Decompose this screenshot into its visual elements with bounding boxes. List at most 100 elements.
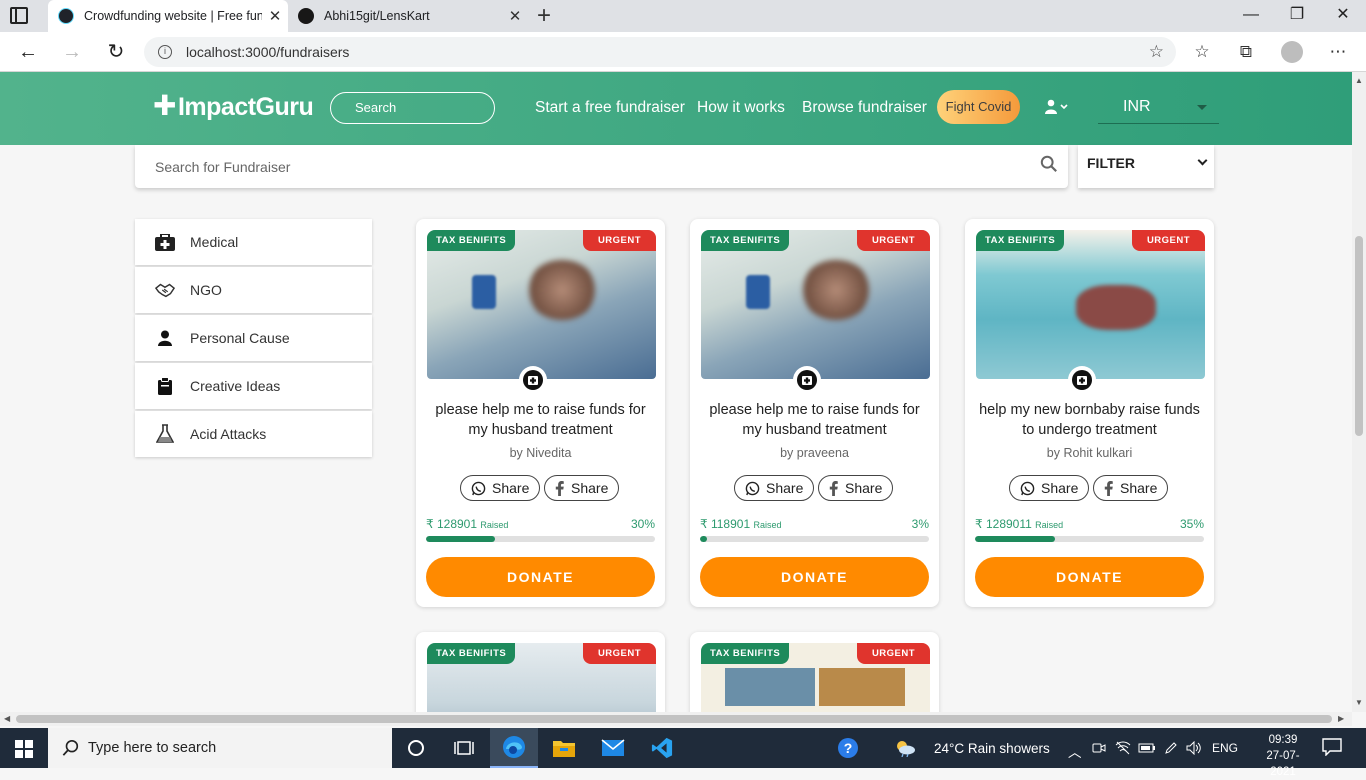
fundraiser-card[interactable]: TAX BENIFITS URGENT xyxy=(416,632,665,722)
fundraiser-author: by Rohit kulkari xyxy=(1046,446,1133,460)
scroll-right-icon[interactable]: ▶ xyxy=(1338,714,1344,723)
donate-button[interactable]: DONATE xyxy=(426,557,655,597)
nav-browse-fundraiser[interactable]: Browse fundraiser xyxy=(802,99,927,117)
fundraiser-search-input[interactable]: Search for Fundraiser xyxy=(135,145,1068,188)
fundraiser-title[interactable]: please help me to raise funds for my hus… xyxy=(700,400,929,440)
notifications-icon[interactable] xyxy=(1322,738,1342,756)
whatsapp-share-button[interactable]: Share xyxy=(1009,475,1090,501)
chevron-down-icon xyxy=(1197,155,1208,166)
reload-icon[interactable]: ↻ xyxy=(102,38,130,66)
windows-start-icon[interactable] xyxy=(15,740,33,758)
fundraiser-card[interactable]: TAX BENIFITS URGENT please help me to ra… xyxy=(416,219,665,607)
currency-select[interactable]: INR xyxy=(1098,92,1219,124)
meet-now-icon[interactable] xyxy=(1088,728,1110,768)
collections-icon[interactable]: ⧉ xyxy=(1233,40,1259,64)
mail-icon[interactable] xyxy=(589,728,637,768)
filter-select[interactable]: FILTER xyxy=(1078,145,1214,188)
fundraiser-title[interactable]: please help me to raise funds for my hus… xyxy=(426,400,655,440)
scroll-down-icon[interactable]: ▼ xyxy=(1355,698,1363,707)
system-clock[interactable]: 09:39 27-07-2021 xyxy=(1256,732,1310,780)
task-view-icon[interactable] xyxy=(440,728,488,768)
horizontal-scrollbar[interactable]: ◀ ▶ xyxy=(0,712,1352,726)
tab-actions-icon[interactable] xyxy=(10,7,28,24)
category-creative-ideas[interactable]: Creative Ideas xyxy=(135,363,372,409)
edge-browser-icon[interactable] xyxy=(490,728,538,768)
medical-kit-icon xyxy=(1068,366,1096,394)
progress-fill xyxy=(426,536,495,542)
nav-how-it-works[interactable]: How it works xyxy=(697,99,785,117)
fundraiser-author: by praveena xyxy=(780,446,849,460)
new-tab-icon[interactable]: + xyxy=(532,2,556,30)
help-icon[interactable]: ? xyxy=(824,728,872,768)
url-field[interactable]: i localhost:3000/fundraisers ☆ xyxy=(144,37,1176,67)
weather-text[interactable]: 24°C Rain showers xyxy=(934,741,1050,756)
category-medical[interactable]: Medical xyxy=(135,219,372,265)
tax-benefits-badge: TAX BENIFITS xyxy=(976,230,1065,251)
facebook-share-button[interactable]: Share xyxy=(818,475,894,501)
raised-amount: ₹ 1289011 Raised xyxy=(975,517,1064,531)
fundraiser-image[interactable] xyxy=(427,230,656,379)
vscode-icon[interactable] xyxy=(638,728,686,768)
donate-button[interactable]: DONATE xyxy=(975,557,1204,597)
cortana-icon[interactable] xyxy=(392,728,440,768)
medical-kit-icon xyxy=(793,366,821,394)
forward-icon[interactable]: → xyxy=(58,38,86,66)
scroll-up-icon[interactable]: ▲ xyxy=(1355,76,1363,85)
impactguru-logo[interactable]: ✚ImpactGuru xyxy=(153,89,314,122)
facebook-share-button[interactable]: Share xyxy=(544,475,620,501)
network-icon[interactable] xyxy=(1112,728,1134,768)
scrollbar-thumb[interactable] xyxy=(1355,236,1363,436)
facebook-share-button[interactable]: Share xyxy=(1093,475,1169,501)
category-ngo[interactable]: NGO xyxy=(135,267,372,313)
add-favorite-icon[interactable]: ☆ xyxy=(1149,42,1164,62)
volume-icon[interactable] xyxy=(1183,728,1205,768)
vertical-scrollbar[interactable]: ▲ ▼ xyxy=(1352,72,1366,712)
close-tab-icon[interactable]: ✕ xyxy=(262,7,288,25)
react-favicon-icon xyxy=(58,8,74,24)
medical-kit-icon xyxy=(519,366,547,394)
minimize-icon[interactable]: — xyxy=(1228,0,1274,32)
whatsapp-icon xyxy=(745,481,760,496)
back-icon[interactable]: ← xyxy=(14,38,42,66)
browser-tab-github[interactable]: Abhi15git/LensKart ✕ xyxy=(288,0,528,32)
pen-icon[interactable] xyxy=(1160,728,1182,768)
progress-fill xyxy=(700,536,707,542)
fundraiser-image[interactable] xyxy=(701,230,930,379)
category-acid-attacks[interactable]: Acid Attacks xyxy=(135,411,372,457)
whatsapp-share-button[interactable]: Share xyxy=(460,475,541,501)
nav-start-fundraiser[interactable]: Start a free fundraiser xyxy=(535,99,685,117)
window-close-icon[interactable]: ✕ xyxy=(1320,0,1366,32)
file-explorer-icon[interactable] xyxy=(540,728,588,768)
taskbar-search-input[interactable]: Type here to search xyxy=(48,728,392,768)
windows-taskbar: Type here to search ? 24°C Rain showers … xyxy=(0,728,1366,778)
scroll-left-icon[interactable]: ◀ xyxy=(4,714,10,723)
clipboard-icon xyxy=(155,377,175,395)
weather-icon[interactable] xyxy=(890,728,920,768)
fundraiser-image[interactable] xyxy=(976,230,1205,379)
category-list: Medical NGO Personal Cause Creative Idea… xyxy=(135,219,372,459)
restore-icon[interactable]: ❐ xyxy=(1274,0,1320,32)
tray-expand-icon[interactable]: ︿ xyxy=(1068,741,1082,761)
close-tab-icon[interactable]: ✕ xyxy=(502,7,528,25)
site-info-icon[interactable]: i xyxy=(158,45,172,59)
input-language[interactable]: ENG xyxy=(1212,741,1238,755)
tab-title: Crowdfunding website | Free fun xyxy=(84,9,262,23)
whatsapp-share-button[interactable]: Share xyxy=(734,475,815,501)
settings-more-icon[interactable]: ⋯ xyxy=(1325,40,1351,64)
browser-tab-active[interactable]: Crowdfunding website | Free fun ✕ xyxy=(48,0,288,32)
profile-avatar[interactable] xyxy=(1281,41,1303,63)
fundraiser-card[interactable]: TAX BENIFITS URGENT help my new bornbaby… xyxy=(965,219,1214,607)
scrollbar-thumb[interactable] xyxy=(16,715,1332,723)
header-search-input[interactable]: Search xyxy=(330,92,495,124)
battery-icon[interactable] xyxy=(1136,728,1158,768)
fundraiser-card[interactable]: TAX BENIFITS URGENT please help me to ra… xyxy=(690,219,939,607)
donate-button[interactable]: DONATE xyxy=(700,557,929,597)
urgent-badge: URGENT xyxy=(857,230,930,251)
category-personal-cause[interactable]: Personal Cause xyxy=(135,315,372,361)
fundraiser-card[interactable]: TAX BENIFITS URGENT xyxy=(690,632,939,722)
fundraiser-title[interactable]: help my new bornbaby raise funds to unde… xyxy=(975,400,1204,440)
search-icon[interactable] xyxy=(1040,155,1058,173)
fight-covid-button[interactable]: Fight Covid xyxy=(937,90,1020,124)
favorites-icon[interactable]: ☆ xyxy=(1189,40,1215,64)
user-menu-icon[interactable] xyxy=(1045,99,1069,119)
